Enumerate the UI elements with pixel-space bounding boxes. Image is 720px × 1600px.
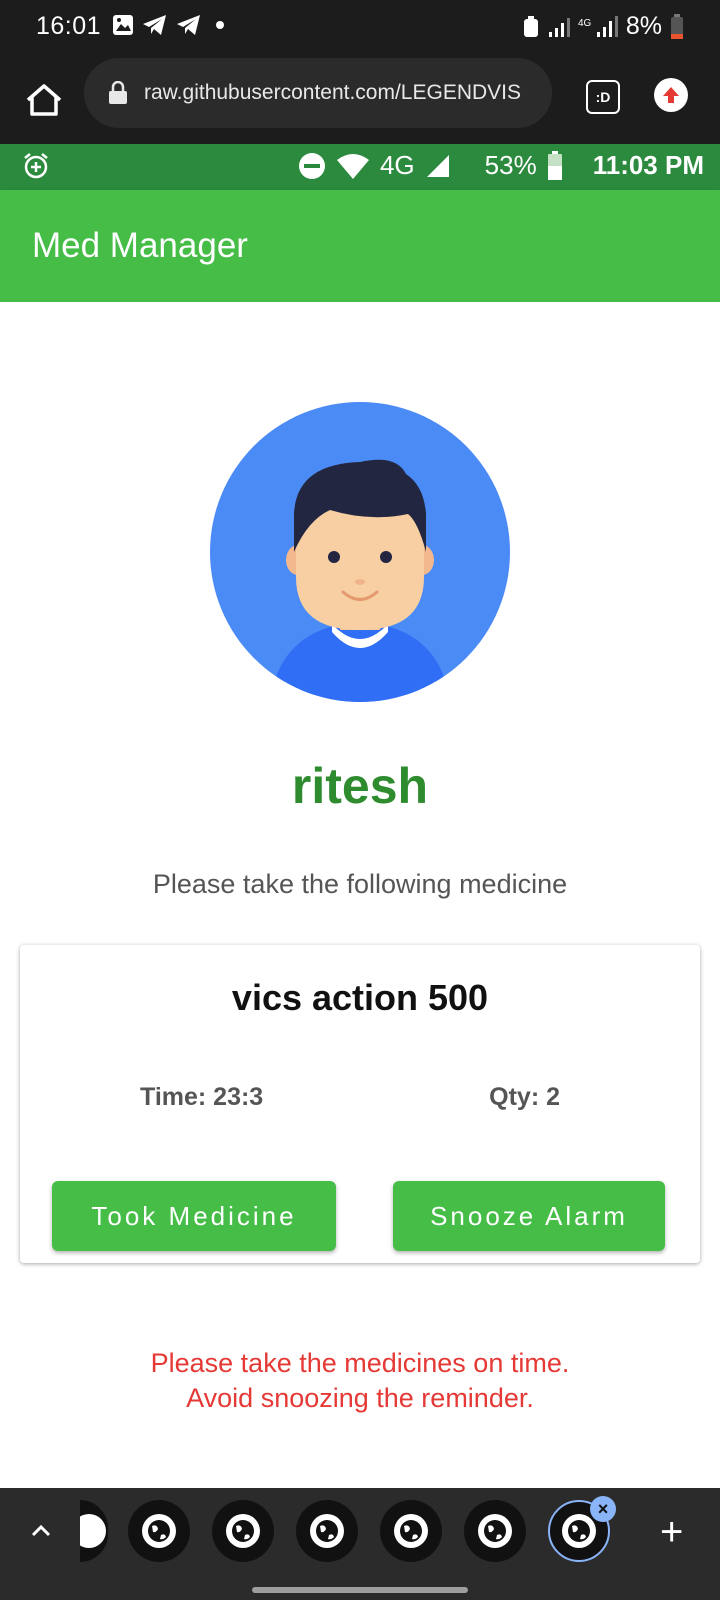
device-status-bar: 16:01 4G 8% — [0, 0, 720, 56]
lock-icon — [109, 81, 127, 104]
globe-icon — [226, 1514, 260, 1548]
globe-icon — [478, 1514, 512, 1548]
notification-dot-icon — [216, 21, 224, 29]
globe-icon — [562, 1514, 596, 1548]
alarm-icon — [24, 153, 48, 179]
device-battery-text: 8% — [625, 12, 662, 40]
globe-icon — [310, 1514, 344, 1548]
medicine-time: Time: 23:3 — [140, 1083, 264, 1111]
chevron-up-icon[interactable] — [26, 1516, 56, 1546]
arrow-up-icon — [663, 87, 679, 103]
tab-thumbnail[interactable] — [80, 1500, 108, 1562]
app-toolbar: Med Manager — [0, 190, 720, 302]
tab-switcher-button[interactable]: :D — [586, 80, 620, 114]
tab-thumbnail[interactable] — [380, 1500, 442, 1562]
gesture-handle[interactable] — [252, 1587, 468, 1593]
home-icon[interactable] — [22, 78, 66, 122]
browser-tab-strip: × + — [0, 1488, 720, 1600]
globe-icon — [394, 1514, 428, 1548]
browser-toolbar: raw.githubusercontent.com/LEGENDVIS :D — [0, 56, 720, 144]
app-battery-text: 53% — [484, 150, 537, 180]
url-text: raw.githubusercontent.com/LEGENDVIS — [144, 81, 522, 104]
gallery-icon — [113, 15, 133, 35]
close-icon[interactable]: × — [590, 1496, 616, 1522]
app-status-bar: 4G 53% 11:03 PM — [0, 144, 720, 190]
address-bar[interactable]: raw.githubusercontent.com/LEGENDVIS — [84, 58, 552, 128]
warning-line-2: Avoid snoozing the reminder. — [186, 1383, 534, 1414]
svg-text:4G: 4G — [578, 18, 592, 29]
instruction-text: Please take the following medicine — [152, 869, 568, 899]
globe-icon — [142, 1514, 176, 1548]
user-name: ritesh — [291, 758, 429, 814]
cleaner-icon — [523, 15, 538, 37]
telegram-icon — [143, 15, 166, 35]
new-tab-icon[interactable]: + — [660, 1510, 683, 1555]
warning-line-1: Please take the medicines on time. — [150, 1348, 570, 1378]
main-content: ritesh Please take the following medicin… — [0, 302, 720, 1488]
snooze-alarm-button[interactable]: Snooze Alarm — [393, 1181, 665, 1251]
took-medicine-button[interactable]: Took Medicine — [52, 1181, 336, 1251]
app-title: Med Manager — [32, 226, 248, 265]
signal-icon — [548, 17, 570, 37]
signal-4g-icon: 4G — [578, 15, 618, 37]
cell-signal-icon — [426, 154, 449, 177]
medicine-card: vics action 500 Time: 23:3 Qty: 2 Took M… — [20, 945, 700, 1263]
tab-thumbnail[interactable] — [128, 1500, 190, 1562]
globe-icon — [80, 1514, 106, 1548]
battery-icon — [547, 150, 562, 180]
telegram-icon — [177, 15, 200, 35]
user-avatar — [210, 402, 510, 702]
tab-thumbnail[interactable] — [212, 1500, 274, 1562]
wifi-icon — [336, 153, 369, 179]
upload-button[interactable] — [654, 78, 688, 112]
tab-thumbnail[interactable] — [464, 1500, 526, 1562]
battery-low-icon — [671, 13, 683, 39]
medicine-name: vics action 500 — [231, 977, 489, 1018]
medicine-qty: Qty: 2 — [489, 1083, 560, 1111]
network-type: 4G — [379, 150, 415, 180]
warning-message: Please take the medicines on time. Avoid… — [0, 1346, 720, 1416]
app-time: 11:03 PM — [592, 150, 704, 180]
tab-thumbnail[interactable] — [296, 1500, 358, 1562]
device-time: 16:01 — [36, 12, 102, 40]
dnd-icon — [298, 152, 325, 179]
